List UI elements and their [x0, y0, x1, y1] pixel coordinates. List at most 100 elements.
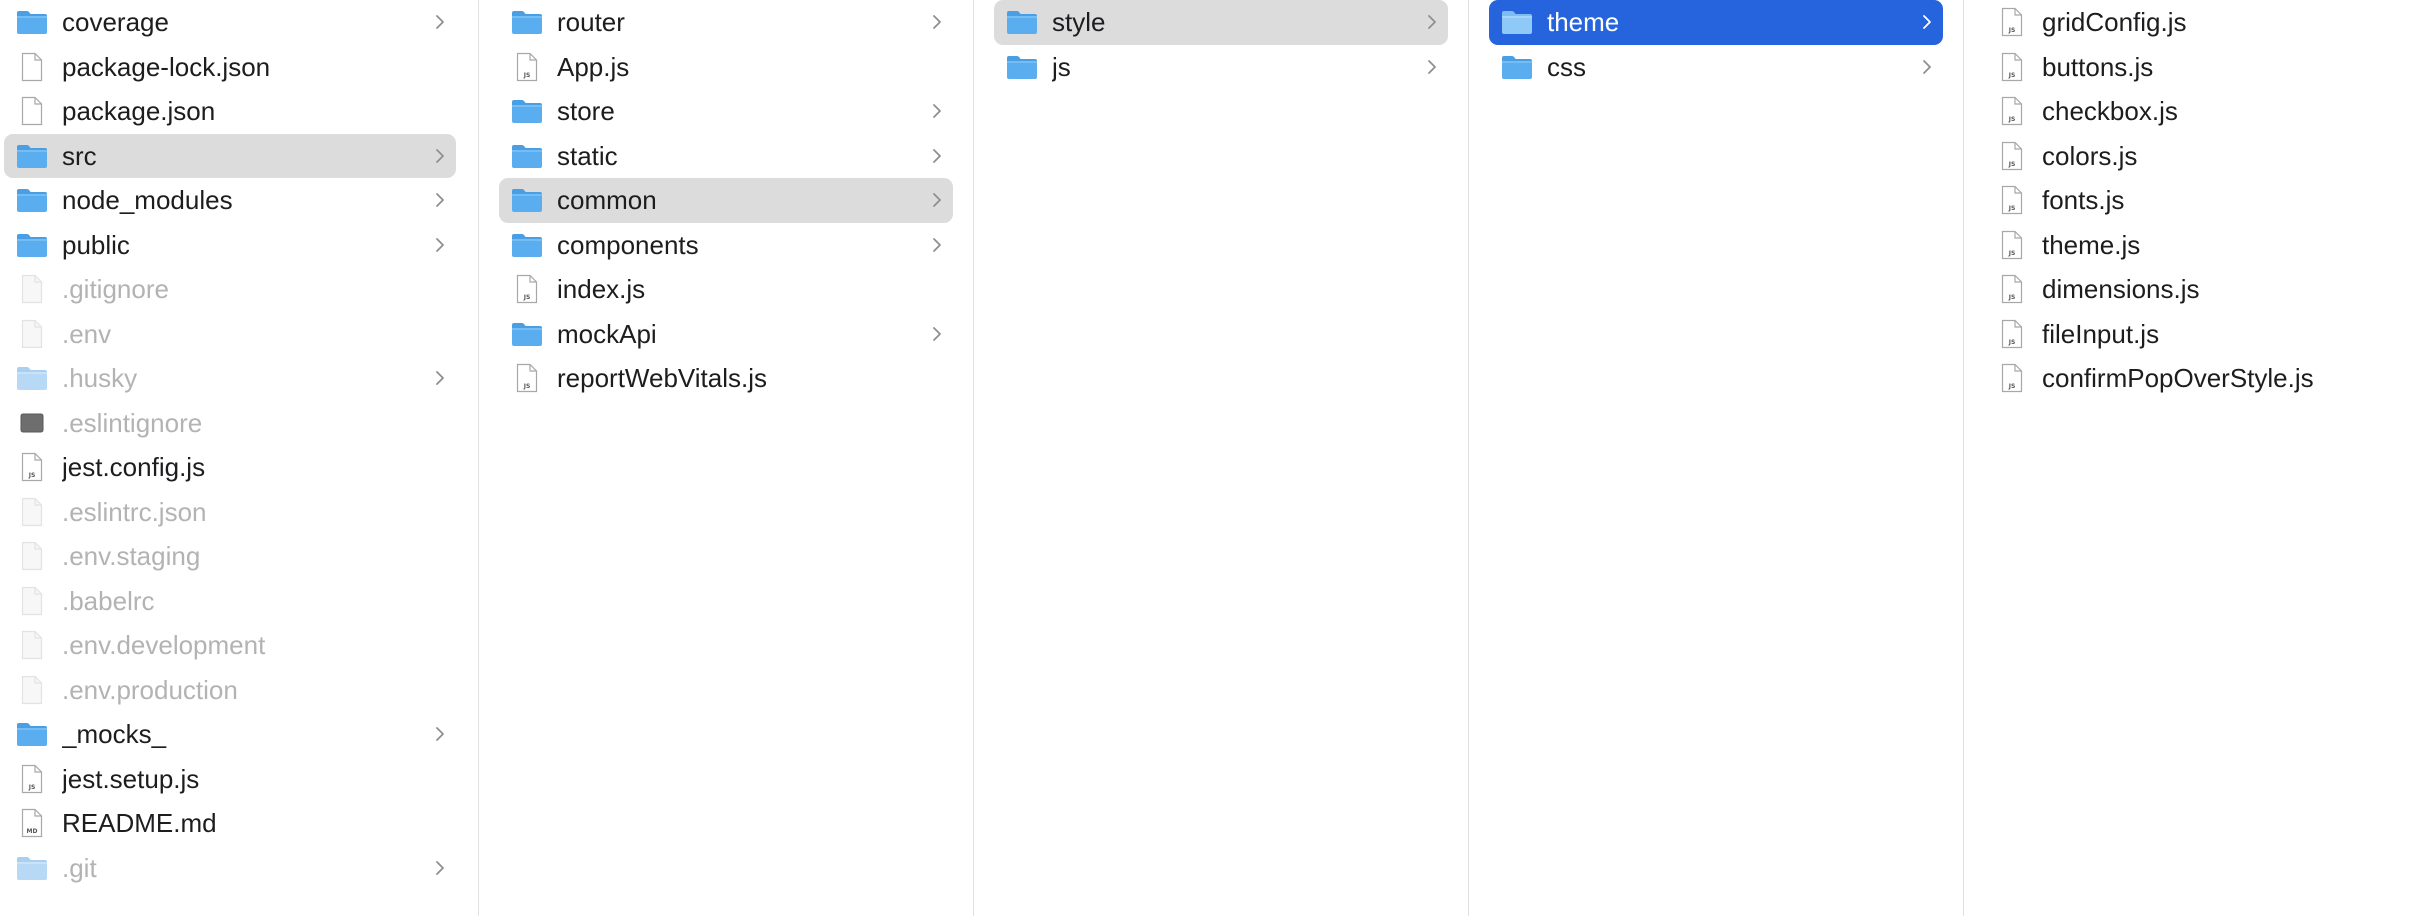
- file-item-eslintignore[interactable]: .eslintignore: [4, 401, 456, 446]
- folder-item-git[interactable]: .git: [4, 846, 456, 891]
- file-item-confirmpopoverstyle-js[interactable]: JS confirmPopOverStyle.js: [1984, 356, 2402, 401]
- file-item-buttons-js[interactable]: JS buttons.js: [1984, 45, 2402, 90]
- chevron-right-icon: [927, 148, 947, 164]
- item-label: .env.development: [62, 630, 266, 661]
- item-label: mockApi: [557, 318, 657, 349]
- file-item-colors-js[interactable]: JS colors.js: [1984, 134, 2402, 179]
- js-file-icon: JS: [1996, 52, 2028, 82]
- file-item-dimensions-js[interactable]: JS dimensions.js: [1984, 267, 2402, 312]
- folder-item-mockapi[interactable]: mockApi: [499, 312, 953, 357]
- document-icon: [16, 586, 48, 616]
- file-item-checkbox-js[interactable]: JS checkbox.js: [1984, 89, 2402, 134]
- item-label: public: [62, 229, 130, 260]
- js-file-icon: JS: [1996, 141, 2028, 171]
- file-item-fonts-js[interactable]: JS fonts.js: [1984, 178, 2402, 223]
- chevron-right-icon: [927, 326, 947, 342]
- folder-item-theme[interactable]: theme: [1489, 0, 1943, 45]
- file-item-app-js[interactable]: JS App.js: [499, 45, 953, 90]
- folder-item-public[interactable]: public: [4, 223, 456, 268]
- folder-item-components[interactable]: components: [499, 223, 953, 268]
- item-label: App.js: [557, 51, 630, 82]
- chevron-right-icon: [927, 237, 947, 253]
- folder-icon: [511, 141, 543, 171]
- item-label: .eslintignore: [62, 407, 203, 438]
- chevron-right-icon: [1917, 14, 1937, 30]
- column-root[interactable]: coverage package-lock.json package.json src…: [0, 0, 479, 916]
- svg-text:MD: MD: [27, 828, 38, 835]
- column-theme[interactable]: JS gridConfig.js JS buttons.js JS checkbox.js…: [1964, 0, 2422, 916]
- folder-item-node-modules[interactable]: node_modules: [4, 178, 456, 223]
- chevron-right-icon: [430, 237, 450, 253]
- folder-item-css[interactable]: css: [1489, 45, 1943, 90]
- chevron-right-icon: [927, 103, 947, 119]
- svg-text:JS: JS: [2008, 250, 2016, 257]
- folder-icon: [511, 319, 543, 349]
- svg-text:JS: JS: [523, 294, 531, 301]
- chevron-right-icon: [430, 860, 450, 876]
- folder-item-mocks[interactable]: _mocks_: [4, 712, 456, 757]
- item-label: static: [557, 140, 618, 171]
- file-item-eslintrc-json[interactable]: .eslintrc.json: [4, 490, 456, 535]
- item-label: .husky: [62, 363, 138, 394]
- document-icon: [16, 96, 48, 126]
- file-item-jest-setup-js[interactable]: JS jest.setup.js: [4, 757, 456, 802]
- item-label: package.json: [62, 96, 216, 127]
- document-icon: [16, 52, 48, 82]
- item-label: reportWebVitals.js: [557, 363, 768, 394]
- file-item-gitignore[interactable]: .gitignore: [4, 267, 456, 312]
- document-icon: [16, 541, 48, 571]
- column-common[interactable]: style js: [974, 0, 1469, 916]
- folder-icon: [1501, 52, 1533, 82]
- svg-text:JS: JS: [2008, 339, 2016, 346]
- item-label: .env.staging: [62, 541, 201, 572]
- file-item-env-staging[interactable]: .env.staging: [4, 534, 456, 579]
- chevron-right-icon: [430, 148, 450, 164]
- folder-icon: [511, 96, 543, 126]
- item-label: confirmPopOverStyle.js: [2042, 363, 2314, 394]
- file-item-fileinput-js[interactable]: JS fileInput.js: [1984, 312, 2402, 357]
- item-label: fonts.js: [2042, 185, 2125, 216]
- document-icon: [16, 408, 48, 438]
- file-item-reportwebvitals-js[interactable]: JS reportWebVitals.js: [499, 356, 953, 401]
- folder-item-store[interactable]: store: [499, 89, 953, 134]
- file-item-gridconfig-js[interactable]: JS gridConfig.js: [1984, 0, 2402, 45]
- chevron-right-icon: [430, 192, 450, 208]
- file-item-readme-md[interactable]: MD README.md: [4, 801, 456, 846]
- item-label: style: [1052, 7, 1106, 38]
- item-label: js: [1052, 51, 1071, 82]
- js-file-icon: JS: [1996, 96, 2028, 126]
- file-item-babelrc[interactable]: .babelrc: [4, 579, 456, 624]
- column-style[interactable]: theme css: [1469, 0, 1964, 916]
- folder-item-js[interactable]: js: [994, 45, 1448, 90]
- file-item-jest-config-js[interactable]: JS jest.config.js: [4, 445, 456, 490]
- file-item-package-lock-json[interactable]: package-lock.json: [4, 45, 456, 90]
- item-label: coverage: [62, 7, 169, 38]
- item-label: components: [557, 229, 699, 260]
- item-label: theme: [1547, 7, 1620, 38]
- folder-item-static[interactable]: static: [499, 134, 953, 179]
- folder-item-husky[interactable]: .husky: [4, 356, 456, 401]
- item-label: checkbox.js: [2042, 96, 2178, 127]
- item-label: .eslintrc.json: [62, 496, 207, 527]
- folder-item-src[interactable]: src: [4, 133, 456, 178]
- item-label: dimensions.js: [2042, 274, 2200, 305]
- md-file-icon: MD: [16, 808, 48, 838]
- column-src[interactable]: router JS App.js store static common component…: [479, 0, 974, 916]
- folder-item-coverage[interactable]: coverage: [4, 0, 456, 45]
- folder-item-router[interactable]: router: [499, 0, 953, 45]
- chevron-right-icon: [927, 14, 947, 30]
- chevron-right-icon: [1422, 59, 1442, 75]
- file-item-package-json[interactable]: package.json: [4, 89, 456, 134]
- file-item-env-production[interactable]: .env.production: [4, 668, 456, 713]
- folder-item-common[interactable]: common: [499, 178, 953, 223]
- folder-icon: [1501, 7, 1533, 37]
- folder-icon: [1006, 7, 1038, 37]
- js-file-icon: JS: [511, 363, 543, 393]
- folder-icon: [1006, 52, 1038, 82]
- file-item-index-js[interactable]: JS index.js: [499, 267, 953, 312]
- file-item-env[interactable]: .env: [4, 312, 456, 357]
- file-item-theme-js[interactable]: JS theme.js: [1984, 223, 2402, 268]
- file-item-env-development[interactable]: .env.development: [4, 623, 456, 668]
- folder-item-style[interactable]: style: [994, 0, 1448, 45]
- js-file-icon: JS: [1996, 319, 2028, 349]
